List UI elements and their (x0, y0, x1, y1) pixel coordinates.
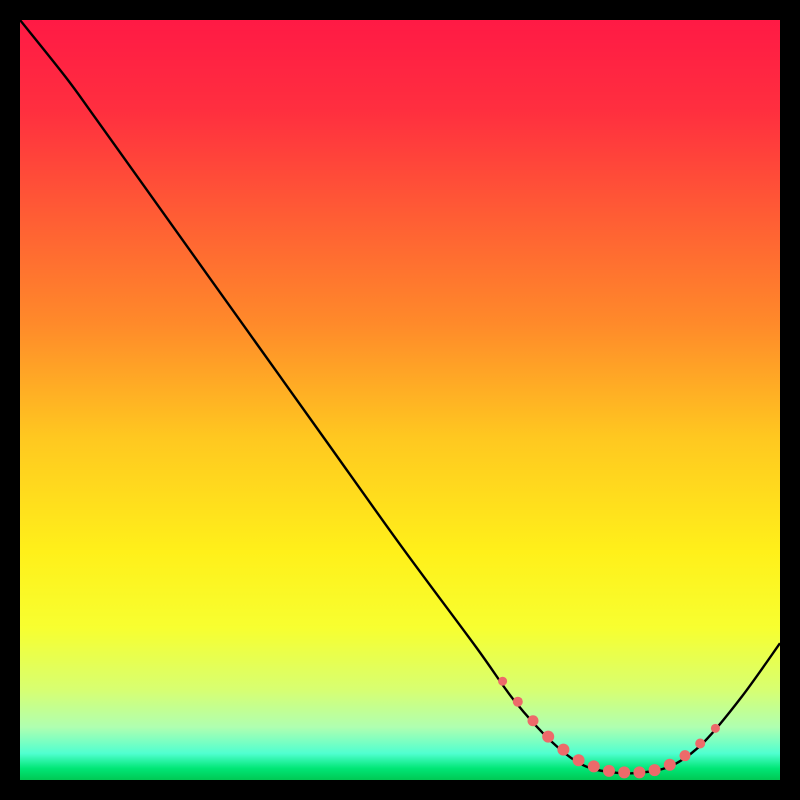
optimal-marker (542, 731, 554, 743)
optimal-marker (513, 697, 523, 707)
optimal-marker (664, 759, 676, 771)
optimal-marker (588, 760, 600, 772)
bottleneck-chart (20, 20, 780, 780)
gradient-background (20, 20, 780, 780)
optimal-marker (618, 766, 630, 778)
optimal-marker (557, 744, 569, 756)
optimal-marker (498, 677, 507, 686)
optimal-marker (649, 764, 661, 776)
optimal-marker (603, 765, 615, 777)
optimal-marker (633, 766, 645, 778)
optimal-marker (573, 754, 585, 766)
optimal-marker (528, 715, 539, 726)
optimal-marker (680, 750, 691, 761)
optimal-marker (711, 724, 720, 733)
chart-frame: TheBottleneck.com (20, 20, 780, 780)
optimal-marker (695, 739, 705, 749)
